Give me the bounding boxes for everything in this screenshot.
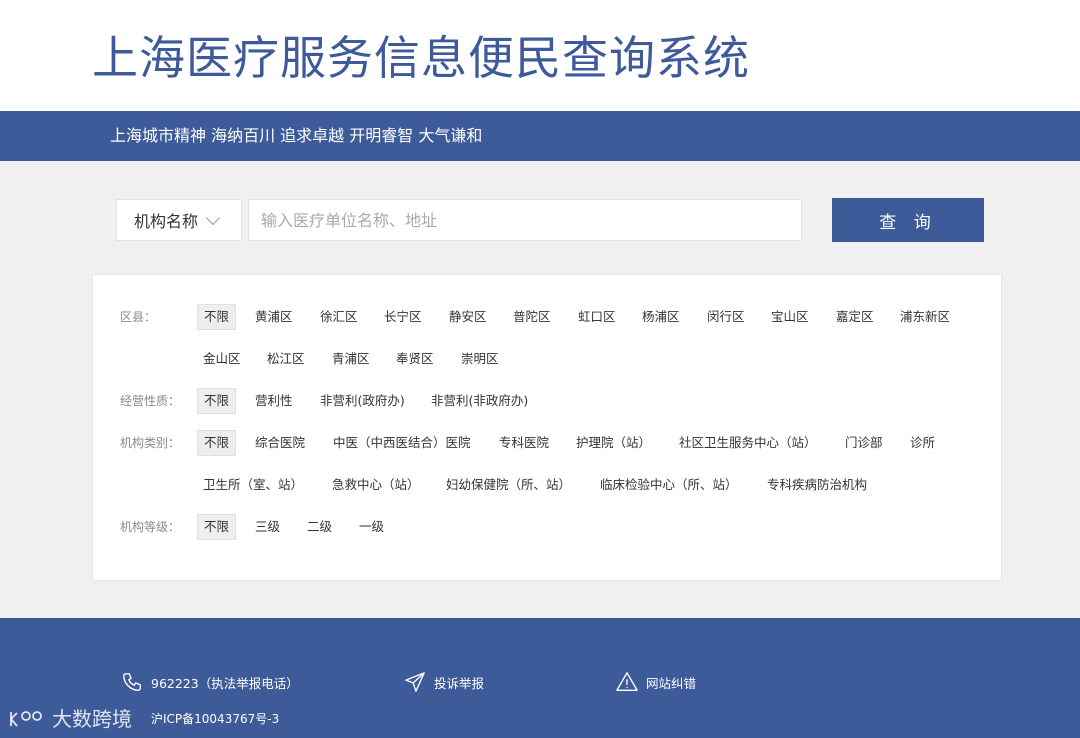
hotline-text: 962223（执法举报电话） — [151, 675, 299, 691]
filter-option-nature[interactable]: 非营利(政府办) — [320, 388, 405, 414]
filter-option-category[interactable]: 专科疾病防治机构 — [767, 472, 867, 498]
filter-option-category[interactable]: 临床检验中心（所、站） — [600, 472, 738, 498]
search-area: 机构名称 查 询 区县： 不限 黄浦区 徐汇区 长宁区 静安区 普陀区 虹口区 … — [0, 161, 1080, 618]
chevron-down-icon — [205, 210, 221, 225]
filter-row-district: 区县： 不限 黄浦区 徐汇区 长宁区 静安区 普陀区 虹口区 杨浦区 闵行区 宝… — [93, 304, 1001, 330]
filter-row-district-cont: 金山区 松江区 青浦区 奉贤区 崇明区 — [93, 346, 1001, 372]
filter-option-category[interactable]: 卫生所（室、站） — [203, 472, 303, 498]
filter-option-district[interactable]: 普陀区 — [513, 304, 551, 330]
filter-option-category[interactable]: 门诊部 — [845, 430, 883, 456]
filter-option-district[interactable]: 徐汇区 — [320, 304, 358, 330]
filter-option-category[interactable]: 急救中心（站） — [332, 472, 420, 498]
filter-option-district[interactable]: 虹口区 — [578, 304, 616, 330]
filter-option-level[interactable]: 一级 — [359, 514, 384, 540]
filter-panel: 区县： 不限 黄浦区 徐汇区 长宁区 静安区 普陀区 虹口区 杨浦区 闵行区 宝… — [92, 274, 1002, 581]
filter-label-category: 机构类别： — [120, 436, 181, 450]
filter-option-district-all[interactable]: 不限 — [197, 304, 237, 330]
filter-option-district[interactable]: 黄浦区 — [255, 304, 293, 330]
phone-icon — [123, 673, 141, 691]
site-title: 上海医疗服务信息便民查询系统 — [92, 31, 750, 85]
filter-option-nature[interactable]: 非营利(非政府办) — [431, 388, 528, 414]
filter-option-district[interactable]: 宝山区 — [771, 304, 809, 330]
filter-option-level-all[interactable]: 不限 — [197, 514, 237, 540]
icp-number: 沪ICP备10043767号-3 — [151, 712, 280, 726]
filter-label-nature: 经营性质： — [120, 394, 181, 408]
paper-plane-icon — [405, 672, 425, 692]
watermark-logo-icon — [10, 710, 42, 727]
filter-option-district[interactable]: 崇明区 — [461, 346, 499, 372]
filter-option-category[interactable]: 中医（中西医结合）医院 — [333, 430, 471, 456]
filter-option-district[interactable]: 松江区 — [267, 346, 305, 372]
search-type-select[interactable]: 机构名称 — [116, 199, 242, 241]
filter-option-district[interactable]: 金山区 — [203, 346, 241, 372]
filter-option-nature-all[interactable]: 不限 — [197, 388, 237, 414]
filter-option-district[interactable]: 奉贤区 — [396, 346, 434, 372]
filter-option-district[interactable]: 青浦区 — [332, 346, 370, 372]
filter-option-category[interactable]: 综合医院 — [255, 430, 305, 456]
filter-option-district[interactable]: 浦东新区 — [900, 304, 950, 330]
filter-option-district[interactable]: 杨浦区 — [642, 304, 680, 330]
filter-row-level: 机构等级： 不限 三级 二级 一级 — [93, 514, 1001, 540]
city-slogan: 上海城市精神 海纳百川 追求卓越 开明睿智 大气谦和 — [110, 126, 483, 145]
watermark-text: 大数跨境 — [52, 707, 132, 731]
filter-option-category[interactable]: 护理院（站） — [576, 430, 651, 456]
filter-row-category-cont: 卫生所（室、站） 急救中心（站） 妇幼保健院（所、站） 临床检验中心（所、站） … — [93, 472, 1001, 498]
filter-option-level[interactable]: 二级 — [307, 514, 332, 540]
filter-row-nature: 经营性质： 不限 营利性 非营利(政府办) 非营利(非政府办) — [93, 388, 1001, 414]
filter-option-category[interactable]: 专科医院 — [499, 430, 549, 456]
watermark: 大数跨境 — [8, 703, 132, 732]
filter-option-category[interactable]: 诊所 — [910, 430, 935, 456]
filter-option-district[interactable]: 长宁区 — [384, 304, 422, 330]
header: 上海医疗服务信息便民查询系统 — [0, 0, 1080, 111]
filter-label-level: 机构等级： — [120, 520, 181, 534]
footer: 962223（执法举报电话） 投诉举报 网站纠错 沪ICP备10043767号-… — [0, 618, 1080, 738]
filter-option-category-all[interactable]: 不限 — [197, 430, 237, 456]
filter-option-nature[interactable]: 营利性 — [255, 388, 293, 414]
filter-option-district[interactable]: 静安区 — [449, 304, 487, 330]
filter-row-category: 机构类别： 不限 综合医院 中医（中西医结合）医院 专科医院 护理院（站） 社区… — [93, 430, 1001, 456]
correction-link[interactable]: 网站纠错 — [616, 671, 696, 693]
warning-icon — [616, 672, 638, 691]
hotline-link[interactable]: 962223（执法举报电话） — [121, 671, 299, 693]
search-type-value: 机构名称 — [134, 212, 199, 231]
filter-label-district: 区县： — [120, 310, 157, 324]
correction-text: 网站纠错 — [646, 675, 697, 691]
complaint-text: 投诉举报 — [434, 675, 485, 691]
filter-option-category[interactable]: 社区卫生服务中心（站） — [679, 430, 817, 456]
complaint-link[interactable]: 投诉举报 — [404, 671, 484, 693]
filter-option-district[interactable]: 闵行区 — [707, 304, 745, 330]
search-button[interactable]: 查 询 — [832, 198, 984, 242]
filter-option-district[interactable]: 嘉定区 — [836, 304, 874, 330]
filter-option-level[interactable]: 三级 — [255, 514, 280, 540]
filter-option-category[interactable]: 妇幼保健院（所、站） — [446, 472, 571, 498]
search-input[interactable] — [248, 199, 802, 241]
slogan-bar: 上海城市精神 海纳百川 追求卓越 开明睿智 大气谦和 — [0, 111, 1080, 161]
